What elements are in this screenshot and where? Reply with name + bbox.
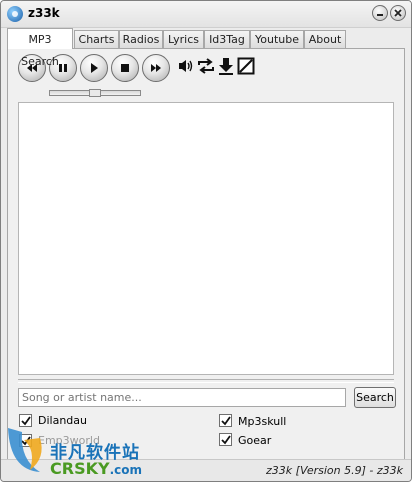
results-list[interactable] (18, 102, 394, 375)
watermark-brand: CRSKY (50, 459, 110, 478)
play-icon (91, 63, 98, 73)
fast-forward-icon (151, 64, 161, 72)
tab-radios[interactable]: Radios (119, 30, 163, 48)
tab-youtube[interactable]: Youtube (250, 30, 304, 48)
resize-icon[interactable] (237, 57, 255, 75)
play-button[interactable] (80, 54, 108, 82)
search-button[interactable]: Search (354, 387, 396, 408)
minimize-icon (377, 14, 383, 16)
checkmark-icon (221, 416, 231, 426)
checkmark-icon (221, 435, 231, 445)
tab-charts[interactable]: Charts (74, 30, 119, 48)
divider (18, 379, 394, 383)
checkbox-mp3skull[interactable] (219, 414, 232, 427)
fast-forward-button[interactable] (142, 54, 170, 82)
watermark-domain: CRSKY.com (50, 459, 142, 478)
app-logo-icon (7, 6, 23, 22)
stop-button[interactable] (111, 54, 139, 82)
tab-lyrics[interactable]: Lyrics (163, 30, 204, 48)
checkbox-goear[interactable] (219, 433, 232, 446)
tab-id3tag[interactable]: Id3Tag (204, 30, 250, 48)
close-button[interactable] (390, 5, 406, 21)
watermark-tld: .com (109, 463, 142, 477)
tab-about[interactable]: About (304, 30, 346, 48)
repeat-icon[interactable] (197, 57, 215, 75)
tab-mp3-search[interactable]: MP3 Search (7, 28, 73, 68)
close-icon (394, 9, 402, 17)
stop-icon (121, 64, 129, 72)
search-input[interactable] (18, 388, 346, 407)
title-bar[interactable]: z33k (1, 1, 411, 28)
volume-icon[interactable] (177, 57, 195, 75)
window-title: z33k (28, 6, 60, 20)
slider-thumb[interactable] (89, 89, 101, 97)
source-label-goear: Goear (238, 434, 272, 447)
source-label-mp3skull: Mp3skull (238, 415, 287, 428)
download-icon[interactable] (217, 57, 235, 75)
minimize-button[interactable] (372, 5, 388, 21)
volume-slider[interactable] (49, 89, 141, 97)
status-text: z33k [Version 5.9] - z33k (266, 464, 403, 477)
